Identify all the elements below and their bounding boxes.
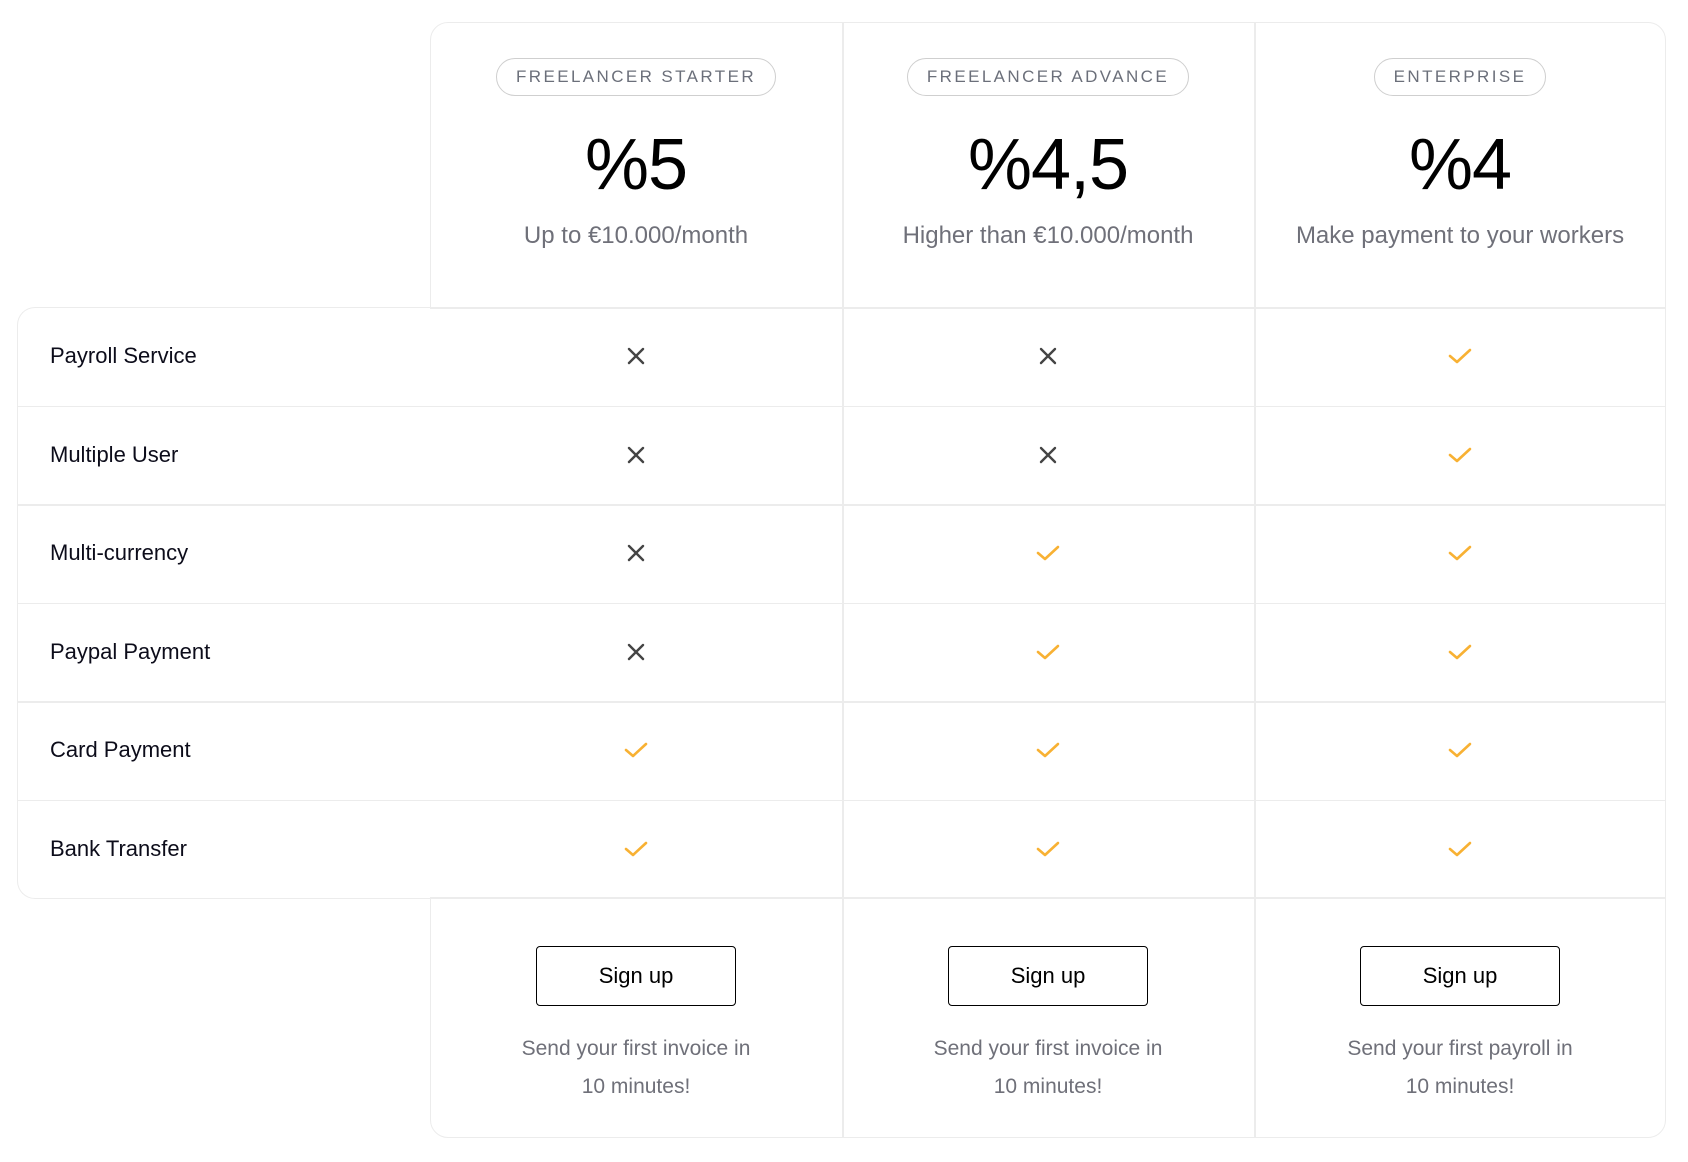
sign-up-button[interactable]: Sign up (536, 946, 736, 1006)
feature-cell (1254, 800, 1666, 898)
feature-label: Bank Transfer (50, 835, 187, 861)
plan-footer-enterprise: Sign up Send your first payroll in 10 mi… (1254, 899, 1666, 1106)
check-icon (1035, 543, 1061, 563)
check-icon (1035, 839, 1061, 859)
check-icon (1447, 839, 1473, 859)
feature-cell (430, 800, 842, 898)
feature-label: Paypal Payment (50, 638, 211, 664)
plan-header-advance: FREELANCER ADVANCE %4,5 Higher than €10.… (842, 22, 1254, 307)
check-icon (1447, 346, 1473, 366)
footer-line: Send your first payroll in (1347, 1037, 1573, 1060)
feature-cell (842, 800, 1254, 898)
footer-line: 10 minutes! (993, 1075, 1103, 1098)
feature-label: Card Payment (50, 737, 191, 762)
plan-badge: ENTERPRISE (1373, 58, 1547, 96)
footer-line: 10 minutes! (1405, 1075, 1515, 1098)
feature-cell (842, 603, 1254, 701)
cross-icon (1038, 346, 1058, 366)
cross-icon (626, 642, 646, 662)
cross-icon (626, 543, 646, 563)
footer-line: Send your first invoice in (521, 1037, 751, 1060)
plan-header-starter: FREELANCER STARTER %5 Up to €10.000/mont… (430, 22, 842, 307)
feature-cell (842, 406, 1254, 504)
plan-footer-text: Send your first payroll in 10 minutes! (1254, 1030, 1666, 1106)
footer-line: 10 minutes! (581, 1075, 691, 1098)
cross-icon (1038, 445, 1058, 465)
feature-cell (1254, 504, 1666, 602)
check-icon (1447, 642, 1473, 662)
plan-price: %5 (584, 125, 688, 205)
feature-cell (1254, 701, 1666, 799)
feature-cell (1254, 406, 1666, 504)
plan-header-enterprise: ENTERPRISE %4 Make payment to your worke… (1254, 22, 1666, 307)
feature-cell (1254, 603, 1666, 701)
cross-icon (626, 346, 646, 366)
feature-cell (430, 701, 842, 799)
sign-up-button[interactable]: Sign up (1360, 946, 1560, 1006)
feature-cell (842, 701, 1254, 799)
feature-label: Multiple User (50, 441, 179, 467)
plan-price: %4,5 (967, 125, 1129, 205)
check-icon (1447, 740, 1473, 760)
feature-cell (842, 307, 1254, 405)
footer-line: Send your first invoice in (933, 1037, 1163, 1060)
plan-subtitle: Make payment to your workers (1295, 222, 1625, 249)
plan-badge: FREELANCER STARTER (496, 58, 776, 96)
sign-up-button[interactable]: Sign up (948, 946, 1148, 1006)
feature-cell (430, 406, 842, 504)
feature-cell (430, 504, 842, 602)
feature-cell (842, 504, 1254, 602)
plan-footer-starter: Sign up Send your first invoice in 10 mi… (430, 899, 842, 1106)
plan-footer-advance: Sign up Send your first invoice in 10 mi… (842, 899, 1254, 1106)
check-icon (1447, 543, 1473, 563)
check-icon (623, 839, 649, 859)
feature-label: Multi-currency (50, 540, 189, 565)
plan-subtitle: Higher than €10.000/month (902, 222, 1194, 249)
plan-footer-text: Send your first invoice in 10 minutes! (842, 1030, 1254, 1106)
plan-subtitle: Up to €10.000/month (523, 222, 749, 249)
feature-label: Payroll Service (50, 343, 197, 368)
check-icon (1035, 740, 1061, 760)
check-icon (1035, 642, 1061, 662)
cross-icon (626, 445, 646, 465)
feature-cell (1254, 307, 1666, 405)
feature-cell (430, 603, 842, 701)
plan-price: %4 (1408, 125, 1512, 205)
check-icon (1447, 445, 1473, 465)
feature-cell (430, 307, 842, 405)
check-icon (623, 740, 649, 760)
plan-badge: FREELANCER ADVANCE (906, 58, 1190, 96)
plan-footer-text: Send your first invoice in 10 minutes! (430, 1030, 842, 1106)
